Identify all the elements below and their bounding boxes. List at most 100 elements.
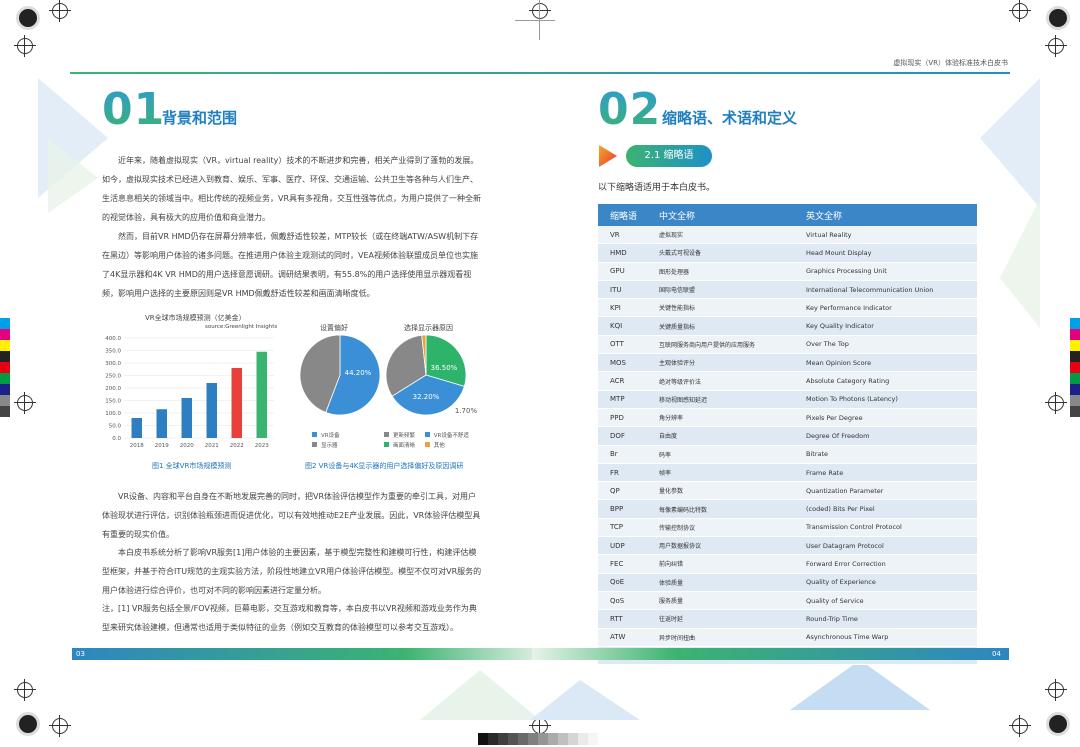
table-cell: Quantization Parameter [806,486,884,495]
table-cell: Mean Opinion Score [806,358,872,367]
legend-label: 画面清晰 [393,443,416,449]
column-header: 缩略语 [610,211,638,222]
table-cell: 码率 [659,451,672,459]
table-cell: Quality of Experience [806,578,876,587]
registration-dot-icon [1046,6,1070,30]
chart-title: VR全球市场规模预测（亿美金） [145,314,246,322]
crosshair-icon [529,715,551,737]
table-cell: 移动视图感知延迟 [659,396,708,404]
table-cell: 传输控制协议 [659,524,696,532]
bar [156,409,167,438]
table-row: ITU 国际电信联盟 International Telecommunication… [598,280,977,300]
table-cell: 互联网服务商向用户提供的应用服务 [659,341,756,349]
table-cell: Br [610,450,618,459]
x-tick-label: 2023 [255,443,269,449]
column-header: 英文全称 [806,211,843,222]
bar [206,383,217,438]
table-cell: 绝对等级评价法 [659,378,702,386]
pie-chart-preference: 55.80%44.20% [299,334,381,416]
table-cell: 往返时延 [659,616,684,624]
legend-swatch [424,432,430,437]
x-tick-label: 2018 [130,443,144,449]
table-cell: Bitrate [806,450,829,459]
table-cell: TCP [610,523,623,532]
y-tick-label: 150.0 [105,399,121,405]
legend-swatch [424,442,430,447]
page-number: 04 [992,650,1001,658]
play-icon [599,145,617,167]
table-cell: KPI [610,303,621,312]
table-cell: 异步时间扭曲 [659,634,696,642]
figure-caption: 图1 全球VR市场规模预测 [152,462,232,470]
y-tick-label: 300.0 [105,361,121,367]
table-row: RTT 往返时延 Round-Trip Time [598,610,977,629]
table-cell: DOF [610,431,625,440]
table-row: ATW 异步时间扭曲 Asynchronous Time Warp [598,628,977,647]
table-row: FEC 前向纠错 Forward Error Correction [598,555,977,574]
table-row: KPI 关键性能指标 Key Performance Indicator [598,299,977,318]
footer-bar [72,648,548,660]
color-bar-left [0,318,10,417]
section-number: 01 [102,84,166,135]
table-cell: Absolute Category Rating [806,377,890,386]
legend-swatch [384,442,389,447]
table-cell: International Telecommunication Union [806,285,934,294]
table-cell: Motion To Photons (Latency) [806,395,898,404]
table-cell: Degree Of Freedom [806,431,870,440]
y-tick-label: 250.0 [105,374,121,380]
table-cell: ATW [610,633,626,642]
abbreviation-table: 缩略语 中文全称 英文全称 VR 虚拟现实 Virtual Reality HMD 头戴… [598,204,977,666]
table-row: MTP 移动视图感知延迟 Motion To Photons (Latency) [598,390,977,409]
table-row: FR 帧率 Frame Rate [598,463,977,483]
slice-label: 32.20% [413,393,440,401]
table-cell: Graphics Processing Unit [806,267,887,276]
x-tick-label: 2020 [180,443,194,449]
grey-scale-bar [478,733,598,745]
table-cell: User Datagram Protocol [806,541,884,550]
crosshair-icon [14,35,36,57]
paragraph: VR设备、内容和平台自身在不断地发展完善的同时，把VR体验评估模型作为重要的牵引… [102,492,481,539]
table-row: Br 码率 Bitrate [598,445,977,464]
table-header: 缩略语 中文全称 英文全称 [598,204,977,226]
table-row: BPP 每像素编码比特数 (coded) Bits Per Pixel [598,500,977,519]
table-cell: RTT [610,614,623,623]
legend-label: 显示器 [321,443,338,449]
slice-label: 1.70% [455,407,478,415]
crosshair-icon [1045,392,1067,414]
table-cell: Key Quality Indicator [806,322,874,331]
table-cell: Over The Top [806,340,849,349]
table-cell: Pixels Per Degree [806,413,863,422]
table-cell: MOS [610,358,626,367]
crosshair-icon [14,679,36,701]
table-cell: VR [610,230,620,239]
paragraph: 然而，目前VR HMD仍存在屏幕分辨率低，佩戴舒适性较差，MTP较长（或在终端A… [102,232,479,298]
legend-label: VR设备不舒适 [433,433,469,439]
paragraph: 本白皮书系统分析了影响VR服务[1]用户体验的主要因素，基于模型完整性和建模可行… [102,548,482,595]
crosshair-icon [1045,35,1067,57]
table-row: OTT 互联网服务商向用户提供的应用服务 Over The Top [598,335,977,355]
page-number: 03 [76,650,85,658]
subsection-label: 2.1 缩略语 [626,145,712,167]
table-cell: BPP [610,505,624,514]
paragraph: 近年来，随着虚拟现实（VR，virtual reality）技术的不断进步和完善… [102,156,482,222]
decor-triangles [420,670,640,720]
table-cell: QoS [610,596,625,605]
table-cell: UDP [610,541,625,550]
table-cell: 帧率 [659,470,672,477]
table-cell: (coded) Bits Per Pixel [806,505,875,514]
table-cell: Transmission Control Protocol [806,523,902,532]
table-cell: Key Performance Indicator [806,303,892,312]
table-cell: 主观体验评分 [659,360,696,368]
crosshair-icon [1009,715,1031,737]
table-cell: 图形处理器 [659,268,690,276]
bar-chart: 0.0 50.0 100.0 150.0 200.0 250.0 300.0 350.0 400… [105,336,274,449]
table-row: HMD 头戴式可视设备 Head Mount Display [598,244,977,263]
table-cell: 头戴式可视设备 [659,250,702,258]
bar [231,368,242,438]
column-header: 中文全称 [659,211,696,222]
table-row: PPD 角分辨率 Pixels Per Degree [598,408,977,428]
table-cell: HMD [610,248,627,257]
table-row: DOF 自由度 Degree Of Freedom [598,427,977,446]
legend-swatch [312,432,317,437]
crosshair-icon [14,392,36,414]
